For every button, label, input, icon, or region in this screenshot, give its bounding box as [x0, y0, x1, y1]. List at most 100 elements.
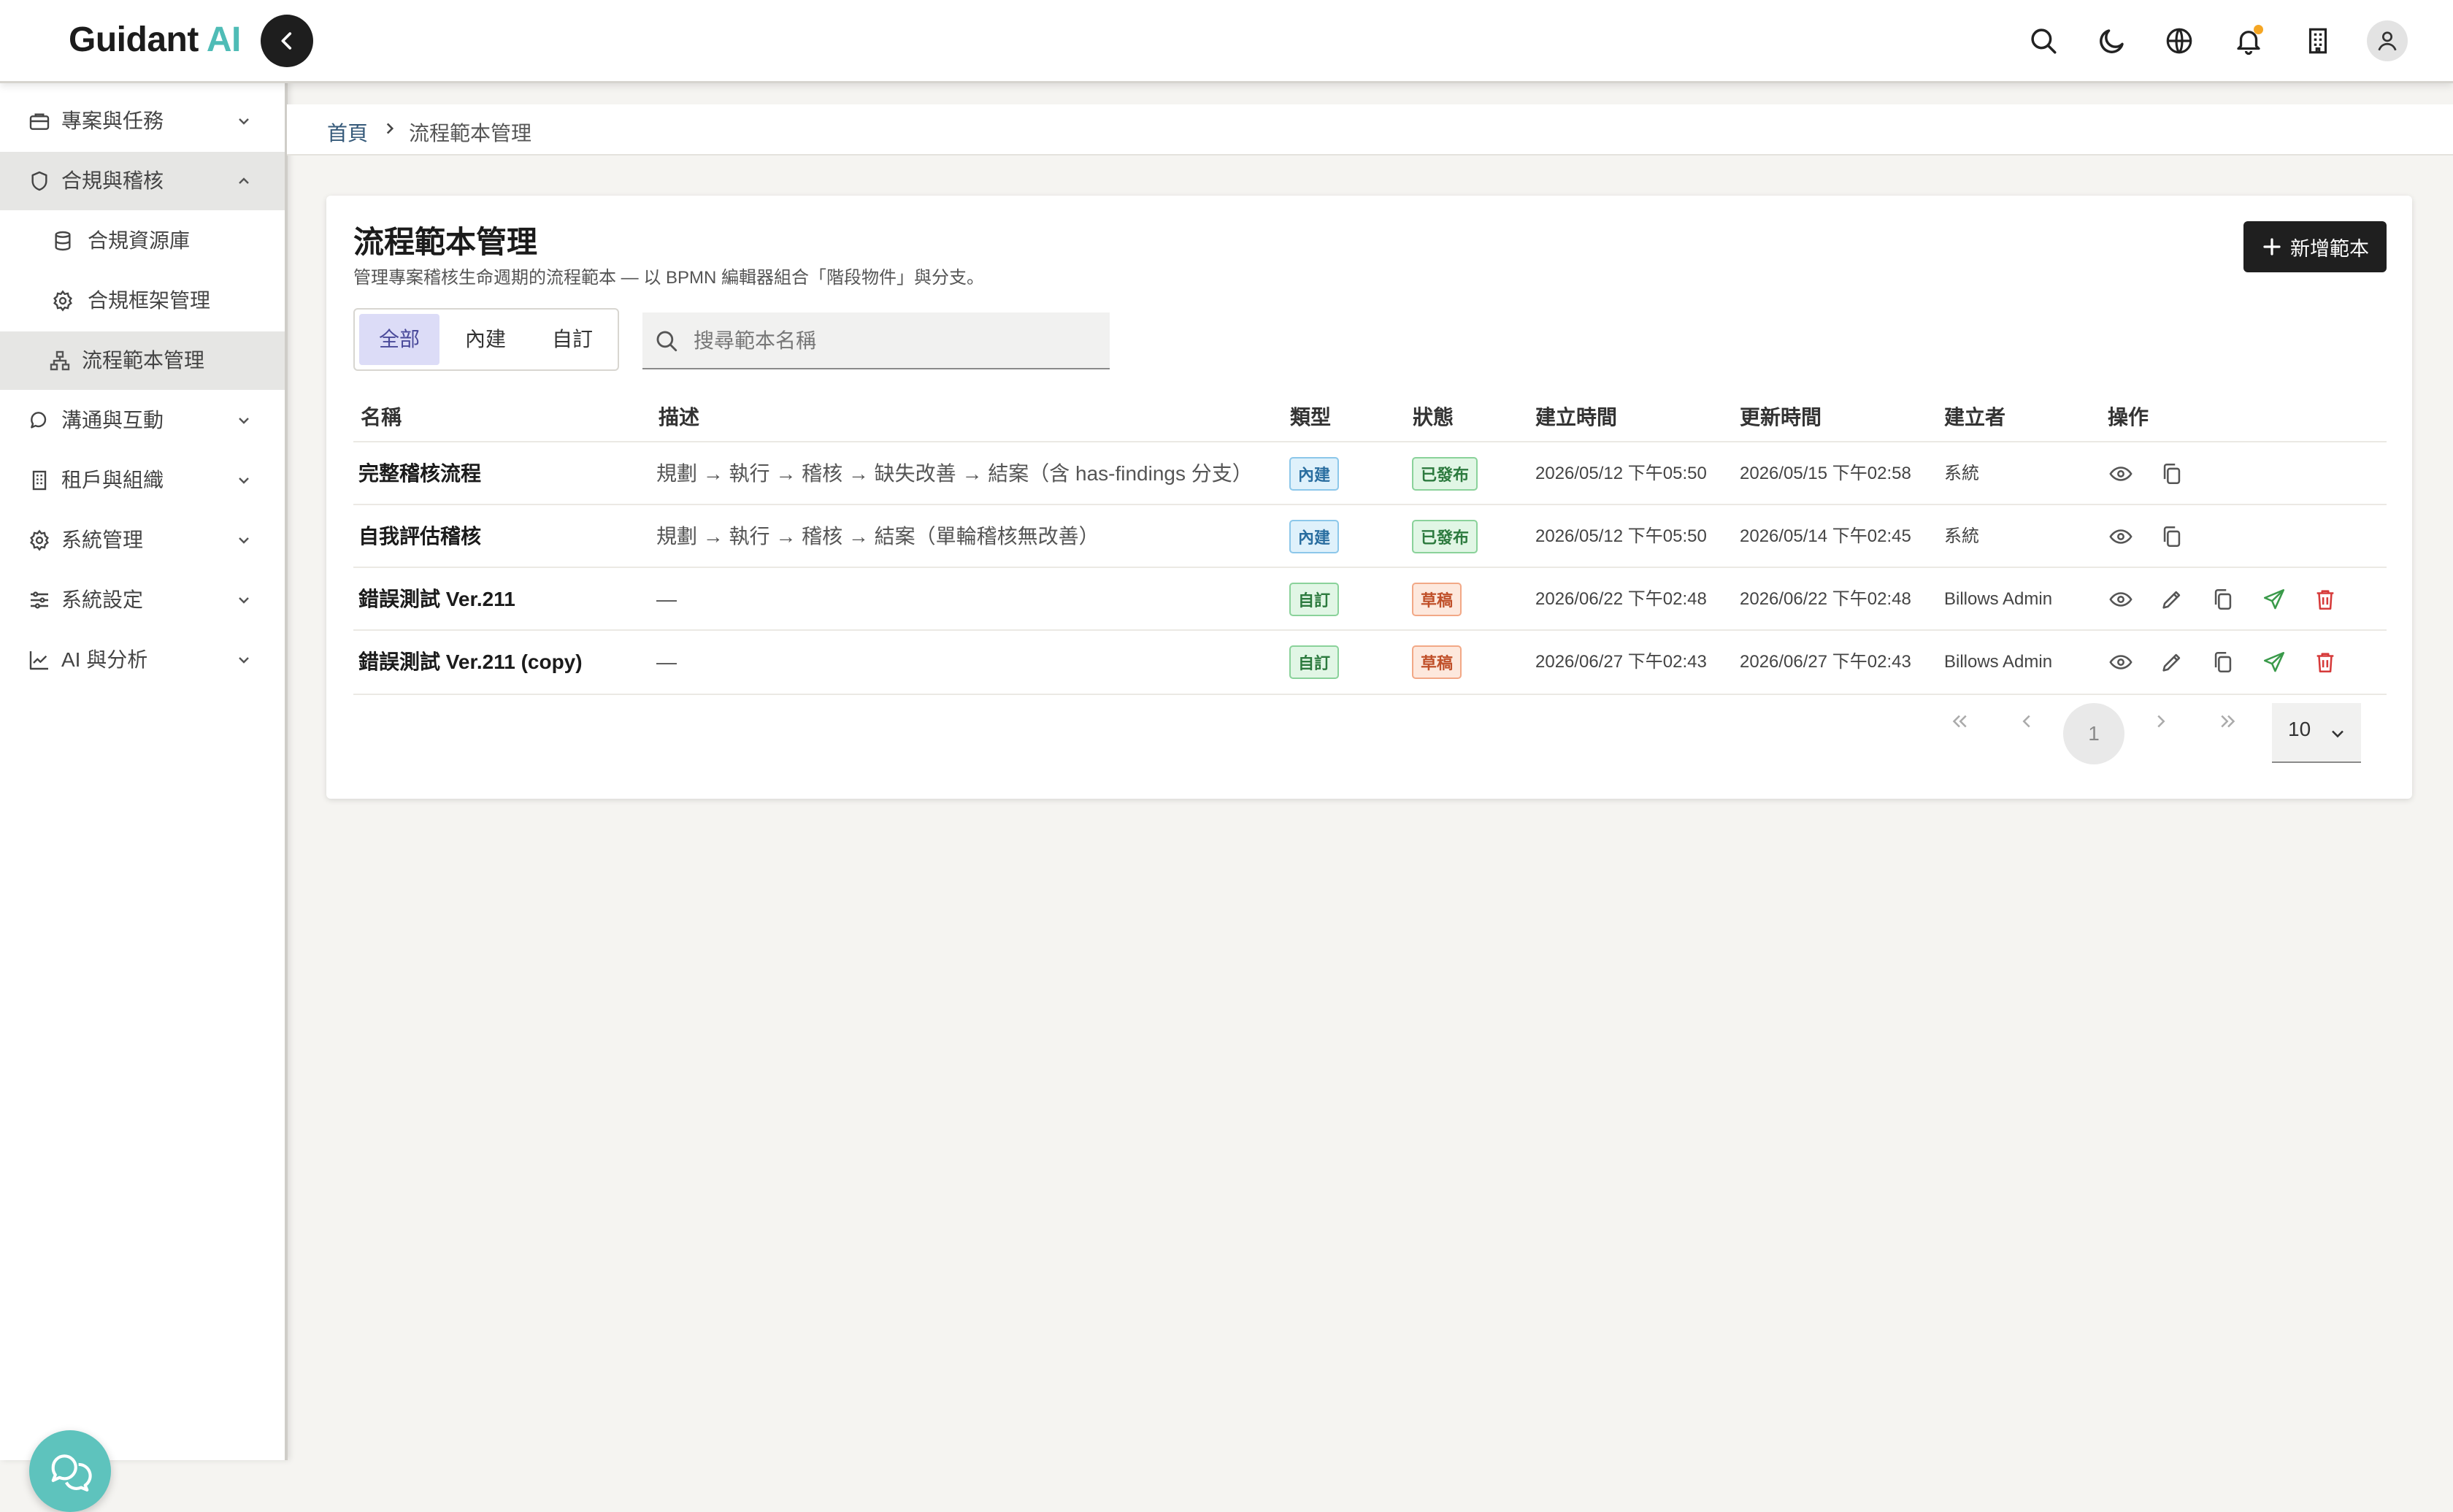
sidebar-item-system-admin[interactable]: 系統管理 [0, 511, 285, 569]
breadcrumb-current: 流程範本管理 [409, 122, 532, 145]
trash-icon [2316, 590, 2334, 610]
type-badge: 自訂 [1289, 583, 1340, 616]
sidebar-item-tenants[interactable]: 租戶與組織 [0, 451, 285, 510]
table-row[interactable]: 錯誤測試 Ver.211 — 自訂 草稿 2026/06/22 下午02:48 … [353, 567, 2387, 631]
copy-button[interactable] [2160, 461, 2184, 486]
building-icon [2308, 28, 2327, 54]
gear-icon [30, 529, 49, 551]
page-number-current[interactable]: 1 [2063, 703, 2124, 764]
sidebar-item-compliance-frameworks[interactable]: 合規框架管理 [0, 272, 285, 330]
copy-button[interactable] [2160, 524, 2184, 549]
table-row[interactable]: 自我評估稽核 規劃 → 執行 → 稽核 → 結案（單輪稽核無改善） 內建 已發布… [353, 504, 2387, 568]
view-button[interactable] [2108, 524, 2133, 549]
template-name[interactable]: 錯誤測試 Ver.211 [358, 568, 515, 631]
type-filter-segmented: 全部 內建 自訂 [353, 308, 619, 371]
filter-custom-button[interactable]: 自訂 [532, 314, 613, 365]
sidebar-item-process-templates[interactable]: 流程範本管理 [0, 331, 285, 390]
view-button[interactable] [2108, 650, 2133, 675]
column-header-creator: 建立者 [1944, 406, 2006, 429]
notifications-button[interactable] [2230, 22, 2268, 60]
tenant-button[interactable] [2299, 22, 2337, 60]
search-icon [656, 331, 677, 352]
type-badge: 內建 [1289, 457, 1340, 491]
sidebar-item-communication[interactable]: 溝通與互動 [0, 391, 285, 450]
sidebar-item-system-settings[interactable]: 系統設定 [0, 571, 285, 629]
publish-button[interactable] [2262, 650, 2287, 675]
chevron-down-icon [239, 477, 249, 484]
type-badge: 內建 [1289, 520, 1340, 553]
copy-button[interactable] [2211, 587, 2235, 612]
breadcrumb: 首頁 流程範本管理 [287, 104, 2453, 156]
sidebar-item-compliance[interactable]: 合規與稽核 [0, 152, 285, 210]
eye-icon [2109, 592, 2133, 607]
trash-icon [2316, 653, 2334, 673]
table-row[interactable]: 錯誤測試 Ver.211 (copy) — 自訂 草稿 2026/06/27 下… [353, 629, 2387, 695]
sidebar-item-label: 專案與任務 [61, 110, 164, 132]
chevrons-right-icon [2221, 715, 2235, 728]
filter-all-button[interactable]: 全部 [359, 314, 439, 365]
user-avatar-button[interactable] [2367, 20, 2408, 61]
template-description: 規劃 → 執行 → 稽核 → 結案（單輪稽核無改善） [656, 525, 1099, 548]
column-header-created[interactable]: 建立時間 [1535, 402, 1617, 431]
template-description: — [656, 588, 677, 610]
column-header-type[interactable]: 類型 [1290, 402, 1331, 431]
add-template-label: 新增範本 [2290, 237, 2369, 260]
chevron-down-icon [2332, 730, 2343, 738]
template-name[interactable]: 自我評估稽核 [358, 505, 481, 568]
search-icon [2031, 28, 2057, 54]
last-page-button[interactable] [2214, 707, 2243, 736]
brand-name: Guidant [69, 20, 199, 59]
page-size-select[interactable]: 10 [2272, 703, 2361, 763]
chevron-down-icon [239, 118, 249, 125]
publish-button[interactable] [2262, 587, 2287, 612]
template-name[interactable]: 完整稽核流程 [358, 442, 481, 505]
sliders-icon [31, 591, 48, 609]
copy-button[interactable] [2211, 650, 2235, 675]
column-header-name[interactable]: 名稱 [361, 402, 402, 431]
search-button[interactable] [2024, 22, 2062, 60]
creator: Billows Admin [1944, 589, 2053, 609]
language-button[interactable] [2160, 22, 2198, 60]
prev-page-button[interactable] [2012, 707, 2041, 736]
theme-toggle-button[interactable] [2093, 22, 2131, 60]
updated-time: 2026/05/15 下午02:58 [1740, 464, 1911, 483]
view-button[interactable] [2108, 587, 2133, 612]
filter-builtin-button[interactable]: 內建 [445, 314, 526, 365]
next-page-button[interactable] [2146, 707, 2176, 736]
view-button[interactable] [2108, 461, 2133, 486]
sidebar-item-ai-analytics[interactable]: AI 與分析 [0, 631, 285, 689]
column-header-description: 描述 [659, 406, 700, 429]
sidebar-item-label: 溝通與互動 [61, 409, 164, 431]
eye-icon [2109, 655, 2133, 669]
created-time: 2026/06/22 下午02:48 [1535, 589, 1707, 609]
column-header-updated[interactable]: 更新時間 [1740, 402, 1821, 431]
chevron-down-icon [239, 418, 249, 424]
edit-button[interactable] [2160, 650, 2184, 675]
sidebar-item-projects[interactable]: 專案與任務 [0, 92, 285, 150]
page-title: 流程範本管理 [353, 225, 538, 259]
add-template-button[interactable]: 新增範本 [2243, 221, 2387, 272]
table-row[interactable]: 完整稽核流程 規劃 → 執行 → 稽核 → 缺失改善 → 結案（含 has-fi… [353, 441, 2387, 505]
template-description: 規劃 → 執行 → 稽核 → 缺失改善 → 結案（含 has-findings … [656, 462, 1253, 485]
first-page-button[interactable] [1945, 707, 1974, 736]
chat-assistant-button[interactable] [29, 1430, 111, 1512]
column-header-status[interactable]: 狀態 [1413, 402, 1454, 431]
eye-icon [2109, 529, 2133, 544]
edit-button[interactable] [2160, 587, 2184, 612]
collapse-sidebar-button[interactable] [261, 15, 313, 67]
updated-time: 2026/05/14 下午02:45 [1740, 526, 1911, 546]
template-search-input[interactable] [692, 321, 1097, 361]
plus-icon [2263, 238, 2281, 256]
delete-button[interactable] [2313, 650, 2338, 675]
created-time: 2026/06/27 下午02:43 [1535, 652, 1707, 672]
template-search [642, 312, 1110, 369]
sidebar-item-compliance-library[interactable]: 合規資源庫 [0, 212, 285, 270]
sidebar-item-label: 合規與稽核 [61, 169, 164, 192]
sidebar-item-label: 系統管理 [61, 529, 144, 551]
flow-chart-icon [50, 350, 70, 371]
brand-logo[interactable]: Guidant AI [69, 20, 241, 60]
breadcrumb-home-link[interactable]: 首頁 [327, 118, 368, 147]
delete-button[interactable] [2313, 587, 2338, 612]
copy-icon [2214, 588, 2232, 610]
template-name[interactable]: 錯誤測試 Ver.211 (copy) [358, 631, 583, 694]
